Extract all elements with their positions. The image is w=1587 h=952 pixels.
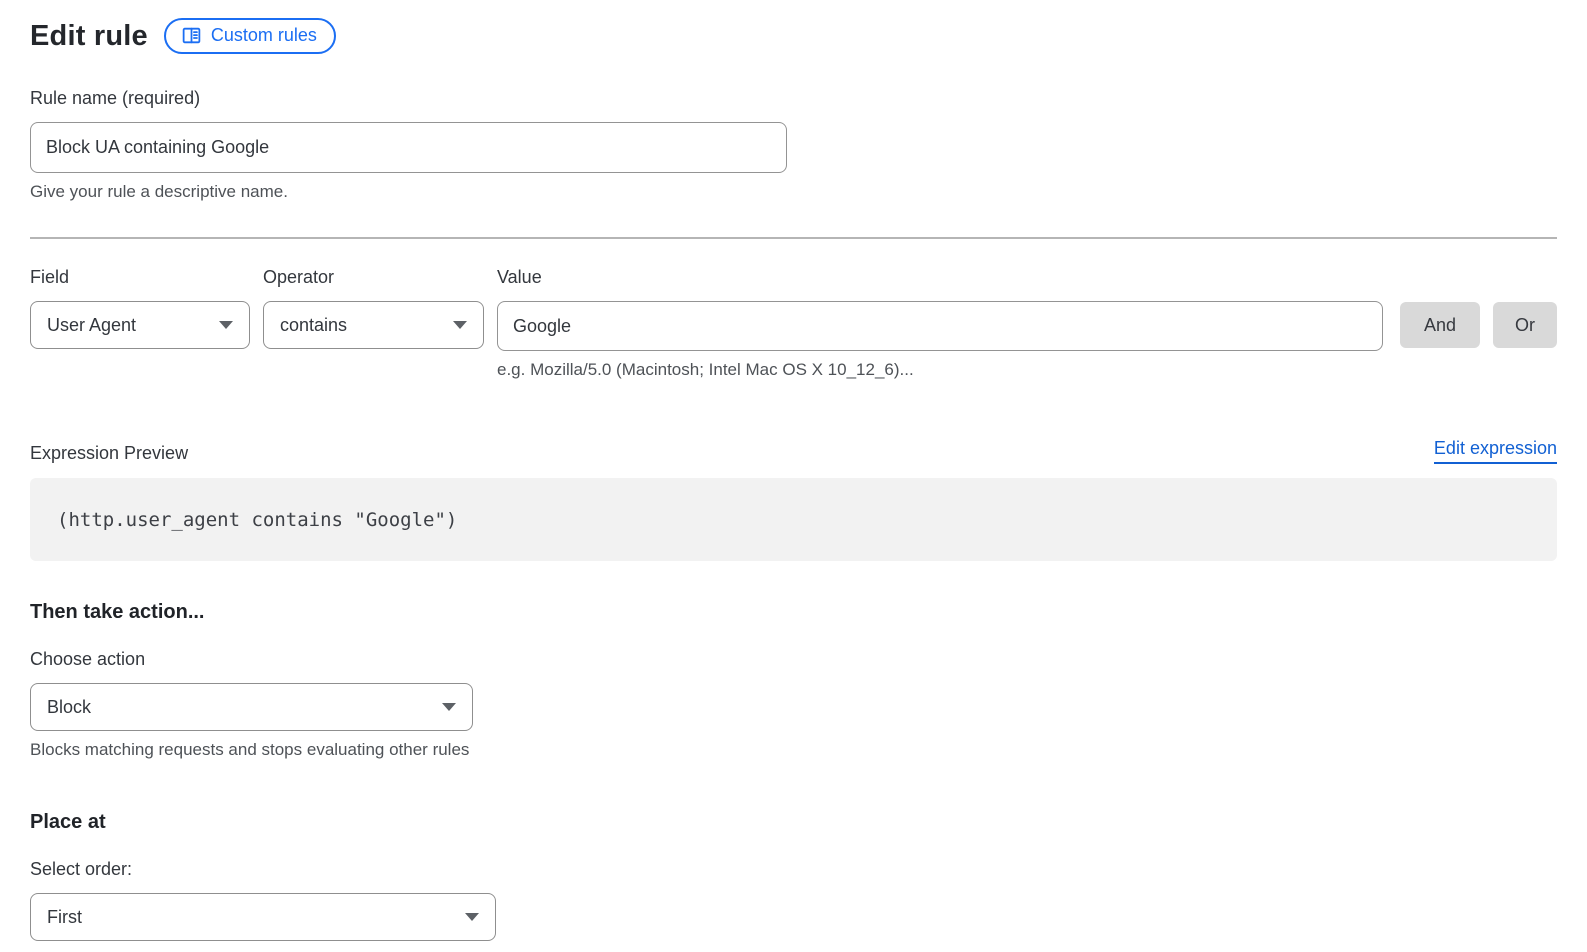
value-helper: e.g. Mozilla/5.0 (Macintosh; Intel Mac O… xyxy=(497,360,1383,380)
edit-rule-page: Edit rule Custom rules Rule name (requir… xyxy=(0,0,1587,941)
expression-preview-label: Expression Preview xyxy=(30,443,188,464)
select-order-label: Select order: xyxy=(30,859,1557,880)
action-heading: Then take action... xyxy=(30,601,1557,624)
expression-preview-box: (http.user_agent contains "Google") xyxy=(30,478,1557,561)
operator-select[interactable]: contains xyxy=(263,301,484,349)
condition-buttons: And Or xyxy=(1400,267,1557,380)
chevron-down-icon xyxy=(465,913,479,921)
action-select[interactable]: Block xyxy=(30,683,473,731)
value-column: Value Google e.g. Mozilla/5.0 (Macintosh… xyxy=(497,267,1383,380)
operator-label: Operator xyxy=(263,267,484,288)
page-header: Edit rule Custom rules xyxy=(30,18,1557,54)
open-book-icon xyxy=(181,25,202,46)
section-divider xyxy=(30,237,1557,239)
expression-header: Expression Preview Edit expression xyxy=(30,438,1557,464)
field-column: Field User Agent xyxy=(30,267,250,380)
field-select-value: User Agent xyxy=(47,315,136,336)
field-select[interactable]: User Agent xyxy=(30,301,250,349)
chevron-down-icon xyxy=(453,321,467,329)
and-button[interactable]: And xyxy=(1400,302,1480,348)
rule-name-helper: Give your rule a descriptive name. xyxy=(30,182,1557,202)
condition-row: Field User Agent Operator contains Value… xyxy=(30,267,1557,380)
value-input[interactable]: Google xyxy=(497,301,1383,351)
operator-select-value: contains xyxy=(280,315,347,336)
choose-action-label: Choose action xyxy=(30,649,1557,670)
custom-rules-badge-label: Custom rules xyxy=(211,25,317,46)
order-select[interactable]: First xyxy=(30,893,496,941)
action-helper: Blocks matching requests and stops evalu… xyxy=(30,740,1557,760)
chevron-down-icon xyxy=(219,321,233,329)
field-label: Field xyxy=(30,267,250,288)
placement-section: Place at Select order: First xyxy=(30,811,1557,941)
rule-name-section: Rule name (required) Block UA containing… xyxy=(30,88,1557,202)
expression-code: (http.user_agent contains "Google") xyxy=(57,509,457,531)
or-button[interactable]: Or xyxy=(1493,302,1557,348)
page-title: Edit rule xyxy=(30,20,148,53)
place-at-heading: Place at xyxy=(30,811,1557,834)
order-select-value: First xyxy=(47,907,82,928)
operator-column: Operator contains xyxy=(263,267,484,380)
action-section: Then take action... Choose action Block … xyxy=(30,601,1557,760)
custom-rules-badge[interactable]: Custom rules xyxy=(164,18,336,54)
rule-name-label: Rule name (required) xyxy=(30,88,1557,109)
chevron-down-icon xyxy=(442,703,456,711)
action-select-value: Block xyxy=(47,697,91,718)
rule-name-input[interactable]: Block UA containing Google xyxy=(30,122,787,173)
value-label: Value xyxy=(497,267,1383,288)
edit-expression-link[interactable]: Edit expression xyxy=(1434,438,1557,464)
